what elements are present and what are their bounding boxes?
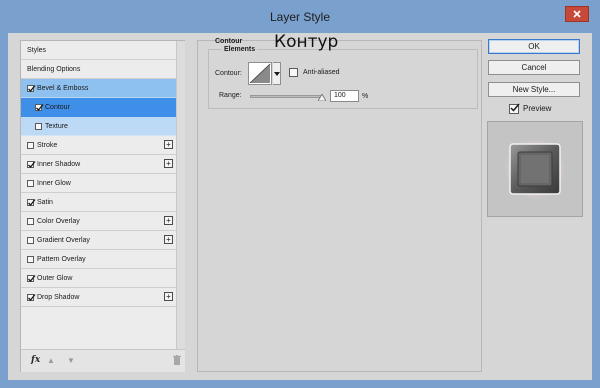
sidebar-item-checkbox[interactable] (35, 104, 44, 111)
title-bar[interactable]: Layer Style (0, 0, 600, 33)
preview-checkbox[interactable] (509, 103, 520, 114)
check-icon (28, 85, 36, 92)
layer-style-window: Layer Style Styles Blending Options Bevel … (0, 0, 600, 388)
sidebar-item-checkbox[interactable] (27, 180, 34, 187)
close-button[interactable] (565, 6, 589, 22)
sidebar-item-label: Bevel & Emboss (37, 84, 89, 92)
range-input[interactable]: 100 (330, 90, 359, 102)
sidebar-item-label: Gradient Overlay (37, 236, 90, 244)
sidebar-item-label: Texture (45, 122, 68, 130)
sidebar-item-styles[interactable]: Styles (21, 41, 176, 60)
overlay-annotation: Контур (274, 32, 339, 52)
check-icon (36, 104, 44, 111)
move-down-icon[interactable]: ▼ (67, 356, 75, 365)
sidebar-item-label: Styles (27, 46, 47, 54)
sidebar-item-gradient-overlay[interactable]: Gradient Overlay + (21, 231, 176, 250)
sidebar-item-checkbox[interactable] (27, 218, 34, 225)
sidebar-item-checkbox[interactable] (27, 142, 34, 149)
add-effect-icon[interactable]: + (164, 235, 173, 244)
move-up-icon[interactable]: ▲ (47, 356, 55, 365)
preview-label: Preview (523, 104, 552, 113)
close-icon (573, 10, 581, 18)
sidebar-item-label: Drop Shadow (37, 293, 80, 301)
sidebar-item-label: Inner Glow (37, 179, 71, 187)
contour-heading: Contour (215, 38, 243, 45)
sidebar-item-label: Inner Shadow (37, 160, 81, 168)
range-slider[interactable] (250, 95, 322, 98)
anti-aliased-label: Anti-aliased (303, 69, 340, 76)
sidebar-item-outer-glow[interactable]: Outer Glow (21, 269, 176, 288)
style-preview (487, 121, 583, 217)
linear-contour-icon (249, 63, 271, 84)
sidebar-item-label: Outer Glow (37, 274, 73, 282)
sidebar-item-bevel-emboss[interactable]: Bevel & Emboss (21, 79, 176, 98)
check-icon (28, 294, 36, 301)
sidebar-item-label: Blending Options (27, 65, 81, 73)
range-label: Range: (219, 92, 242, 99)
anti-aliased-checkbox[interactable] (289, 68, 298, 77)
sidebar-item-label: Pattern Overlay (37, 255, 86, 263)
sidebar-item-checkbox[interactable] (27, 275, 36, 282)
sidebar-item-pattern-overlay[interactable]: Pattern Overlay (21, 250, 176, 269)
check-icon (28, 199, 36, 206)
sidebar-item-label: Satin (37, 198, 53, 206)
check-icon (28, 161, 36, 168)
dialog-body: Styles Blending Options Bevel & Emboss Cont… (8, 32, 592, 380)
add-effect-icon[interactable]: + (164, 292, 173, 301)
chevron-down-icon (274, 72, 280, 76)
window-title: Layer Style (269, 10, 331, 24)
sidebar-item-stroke[interactable]: Stroke + (21, 136, 176, 155)
sidebar-item-checkbox[interactable] (27, 294, 36, 301)
sidebar-item-drop-shadow[interactable]: Drop Shadow + (21, 288, 176, 307)
sidebar-item-blending-options[interactable]: Blending Options (21, 60, 176, 79)
sidebar-item-label: Color Overlay (37, 217, 80, 225)
styles-scrollbar[interactable] (176, 41, 185, 349)
fx-icon[interactable]: fx (31, 355, 40, 365)
sidebar-item-color-overlay[interactable]: Color Overlay + (21, 212, 176, 231)
sidebar-item-contour[interactable]: Contour (21, 98, 176, 117)
add-effect-icon[interactable]: + (164, 159, 173, 168)
contour-label: Contour: (215, 70, 242, 77)
range-slider-handle[interactable] (318, 94, 326, 101)
add-effect-icon[interactable]: + (164, 216, 173, 225)
styles-panel: Styles Blending Options Bevel & Emboss Cont… (20, 40, 185, 372)
sidebar-item-checkbox[interactable] (27, 161, 36, 168)
cancel-button[interactable]: Cancel (488, 60, 580, 75)
sidebar-item-texture[interactable]: Texture (21, 117, 176, 136)
sidebar-item-checkbox[interactable] (27, 256, 34, 263)
preview-thumbnail (502, 136, 568, 202)
sidebar-item-inner-shadow[interactable]: Inner Shadow + (21, 155, 176, 174)
sidebar-item-checkbox[interactable] (27, 237, 34, 244)
elements-heading: Elements (222, 46, 258, 53)
check-icon (510, 103, 520, 112)
sidebar-item-checkbox[interactable] (27, 199, 36, 206)
range-unit: % (362, 93, 369, 100)
styles-list: Styles Blending Options Bevel & Emboss Cont… (21, 41, 176, 349)
sidebar-item-label: Contour (45, 103, 70, 111)
styles-toolbar: fx ▲ ▼ (21, 349, 185, 372)
sidebar-item-checkbox[interactable] (35, 123, 42, 130)
sidebar-item-checkbox[interactable] (27, 85, 36, 92)
new-style-button[interactable]: New Style... (488, 82, 580, 97)
contour-picker[interactable] (248, 62, 272, 85)
contour-dropdown-button[interactable] (273, 62, 281, 85)
check-icon (28, 275, 36, 282)
add-effect-icon[interactable]: + (164, 140, 173, 149)
sidebar-item-label: Stroke (37, 141, 58, 149)
sidebar-item-inner-glow[interactable]: Inner Glow (21, 174, 176, 193)
sidebar-item-satin[interactable]: Satin (21, 193, 176, 212)
trash-icon[interactable] (173, 355, 181, 365)
ok-button[interactable]: OK (488, 39, 580, 54)
